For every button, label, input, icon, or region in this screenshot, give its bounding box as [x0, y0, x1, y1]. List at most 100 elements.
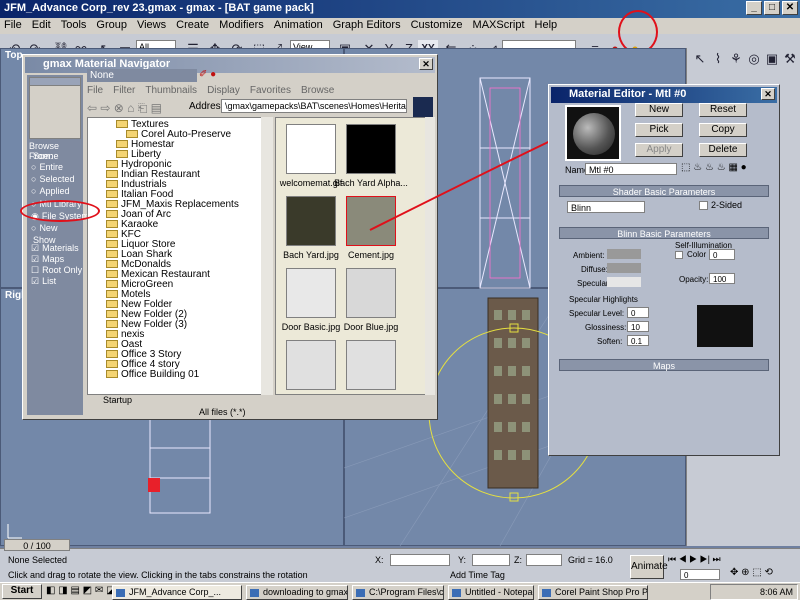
texture-thumbnail[interactable]: [346, 340, 396, 390]
show-option[interactable]: ☑ Maps: [31, 254, 82, 265]
material-editor-tool-icons[interactable]: ⬚ ♨ ♨ ♨ ▦ ●: [681, 162, 747, 173]
reset-material-button[interactable]: Reset: [699, 103, 747, 117]
two-sided-checkbox[interactable]: [699, 201, 708, 210]
hierarchy-tab-icon[interactable]: ⚘: [727, 50, 745, 68]
menu-item-file[interactable]: File: [4, 19, 22, 31]
menu-item-views[interactable]: Views: [137, 19, 166, 31]
scene-options[interactable]: ○ Entire ○ Selected ○ Applied: [31, 161, 74, 197]
texture-thumbnail[interactable]: [286, 268, 336, 318]
material-editor-close-button[interactable]: ✕: [761, 88, 775, 100]
blinn-basic-rollout[interactable]: Blinn Basic Parameters: [559, 227, 769, 239]
minimize-button[interactable]: _: [746, 1, 762, 15]
material-editor-title-bar[interactable]: Material Editor - Mtl #0 ✕: [551, 87, 777, 103]
source-radio[interactable]: ○: [31, 223, 36, 233]
address-field[interactable]: \gmax\gamepacks\BAT\scenes\Homes\Heritag…: [221, 99, 407, 113]
navigator-nav-icons[interactable]: ⇦ ⇨ ⊗ ⌂ ⎗ ▤: [87, 101, 162, 116]
navigator-menu-thumbnails[interactable]: Thumbnails: [145, 85, 197, 96]
navigator-menu-browse[interactable]: Browse: [301, 85, 334, 96]
scene-option[interactable]: ○ Selected: [31, 173, 74, 185]
quick-launch-icons[interactable]: ◧ ◨ ▤ ◩ ✉ ◪: [46, 585, 116, 596]
show-option[interactable]: ☑ List: [31, 276, 82, 287]
startup-tab[interactable]: Startup: [87, 395, 247, 407]
folder-tree[interactable]: Textures Corel Auto-Preserve Homestar Liber…: [87, 117, 273, 395]
menu-item-create[interactable]: Create: [176, 19, 209, 31]
scene-radio[interactable]: ○: [31, 162, 36, 172]
menu-item-group[interactable]: Group: [96, 19, 127, 31]
self-illum-color-spinner[interactable]: 0: [709, 249, 735, 260]
navigator-toolbar-icons[interactable]: ✐ ●: [199, 69, 216, 80]
show-checkbox[interactable]: ☑: [31, 243, 39, 253]
utilities-tab-icon[interactable]: ⚒: [781, 50, 799, 68]
texture-thumbnail[interactable]: [286, 124, 336, 174]
material-name-field[interactable]: Mtl #0: [585, 163, 677, 175]
menu-item-modifiers[interactable]: Modifiers: [219, 19, 264, 31]
material-sample-slot[interactable]: [565, 105, 621, 161]
show-checkbox[interactable]: ☐: [31, 265, 39, 275]
new-material-button[interactable]: New: [635, 103, 683, 117]
playback-controls[interactable]: ⏮ ◀ ▶ ▶| ⏭: [668, 554, 721, 565]
tree-folder-item[interactable]: Office Building 01: [106, 370, 199, 380]
display-tab-icon[interactable]: ▣: [763, 50, 781, 68]
apply-material-button[interactable]: Apply: [635, 143, 683, 157]
navigator-menu-file[interactable]: File: [87, 85, 103, 96]
animate-button[interactable]: Animate: [630, 555, 668, 579]
source-option[interactable]: ○ New: [31, 222, 89, 234]
soften-spinner[interactable]: 0.1: [627, 335, 649, 346]
shader-type-dropdown[interactable]: Blinn: [567, 201, 645, 213]
specular-color-swatch[interactable]: [607, 277, 641, 287]
navigator-menu-display[interactable]: Display: [207, 85, 240, 96]
tree-scrollbar[interactable]: [261, 117, 273, 395]
menu-item-maxscript[interactable]: MAXScript: [473, 19, 525, 31]
start-button[interactable]: Start: [2, 584, 42, 599]
viewport-nav-icons[interactable]: ✥ ⊕ ⬚ ⟲: [730, 567, 773, 578]
scene-option[interactable]: ○ Applied: [31, 185, 74, 197]
menu-item-animation[interactable]: Animation: [274, 19, 323, 31]
texture-thumbnail[interactable]: [286, 340, 336, 390]
scene-option[interactable]: ○ Entire: [31, 161, 74, 173]
self-illum-color-checkbox[interactable]: [675, 251, 683, 259]
show-checkbox[interactable]: ☑: [31, 276, 39, 286]
taskbar-task-button[interactable]: downloading to gmax -...: [246, 585, 348, 600]
show-option[interactable]: ☐ Root Only: [31, 265, 82, 276]
scene-radio[interactable]: ○: [31, 174, 36, 184]
time-slider[interactable]: 0 / 100: [4, 539, 70, 551]
texture-thumbnail[interactable]: [286, 196, 336, 246]
specular-level-spinner[interactable]: 0: [627, 307, 649, 318]
z-coord-field[interactable]: [526, 554, 562, 566]
taskbar-task-button[interactable]: C:\Program Files\clip2pic: [352, 585, 444, 600]
show-checkbox[interactable]: ☑: [31, 254, 39, 264]
menu-item-help[interactable]: Help: [535, 19, 558, 31]
navigator-menu-favorites[interactable]: Favorites: [250, 85, 291, 96]
show-options[interactable]: ☑ Materials ☑ Maps ☐ Root Only ☑ List: [31, 243, 82, 287]
taskbar-task-button[interactable]: Corel Paint Shop Pro Ph...: [538, 585, 648, 600]
material-editor-window[interactable]: Material Editor - Mtl #0 ✕ New Pick Appl…: [548, 84, 780, 456]
ambient-color-swatch[interactable]: [607, 249, 641, 259]
shader-basic-rollout[interactable]: Shader Basic Parameters: [559, 185, 769, 197]
show-option[interactable]: ☑ Materials: [31, 243, 82, 254]
pick-material-button[interactable]: Pick: [635, 123, 683, 137]
add-time-tag-button[interactable]: Add Time Tag: [450, 570, 505, 580]
menu-item-customize[interactable]: Customize: [411, 19, 463, 31]
x-coord-field[interactable]: [390, 554, 450, 566]
copy-material-button[interactable]: Copy: [699, 123, 747, 137]
menu-item-tools[interactable]: Tools: [61, 19, 87, 31]
frame-spinner[interactable]: 0: [680, 569, 720, 580]
opacity-spinner[interactable]: 100: [709, 273, 735, 284]
tree-folder-item[interactable]: New Folder (3): [106, 320, 187, 330]
create-tab-icon[interactable]: ↖: [691, 50, 709, 68]
diffuse-color-swatch[interactable]: [607, 263, 641, 273]
menu-item-edit[interactable]: Edit: [32, 19, 51, 31]
motion-tab-icon[interactable]: ◎: [745, 50, 763, 68]
taskbar-task-button[interactable]: JFM_Advance Corp_...: [112, 585, 242, 600]
navigator-name-field[interactable]: None: [87, 69, 197, 82]
close-button[interactable]: ✕: [782, 1, 798, 15]
glossiness-spinner[interactable]: 10: [627, 321, 649, 332]
scene-radio[interactable]: ○: [31, 186, 36, 196]
y-coord-field[interactable]: [472, 554, 510, 566]
taskbar-task-button[interactable]: Untitled - Notepad: [448, 585, 534, 600]
delete-material-button[interactable]: Delete: [699, 143, 747, 157]
maps-rollout[interactable]: Maps: [559, 359, 769, 371]
maximize-button[interactable]: □: [764, 1, 780, 15]
menu-item-graph-editors[interactable]: Graph Editors: [333, 19, 401, 31]
app-title-bar[interactable]: JFM_Advance Corp_rev 23.gmax - gmax - [B…: [0, 0, 800, 18]
